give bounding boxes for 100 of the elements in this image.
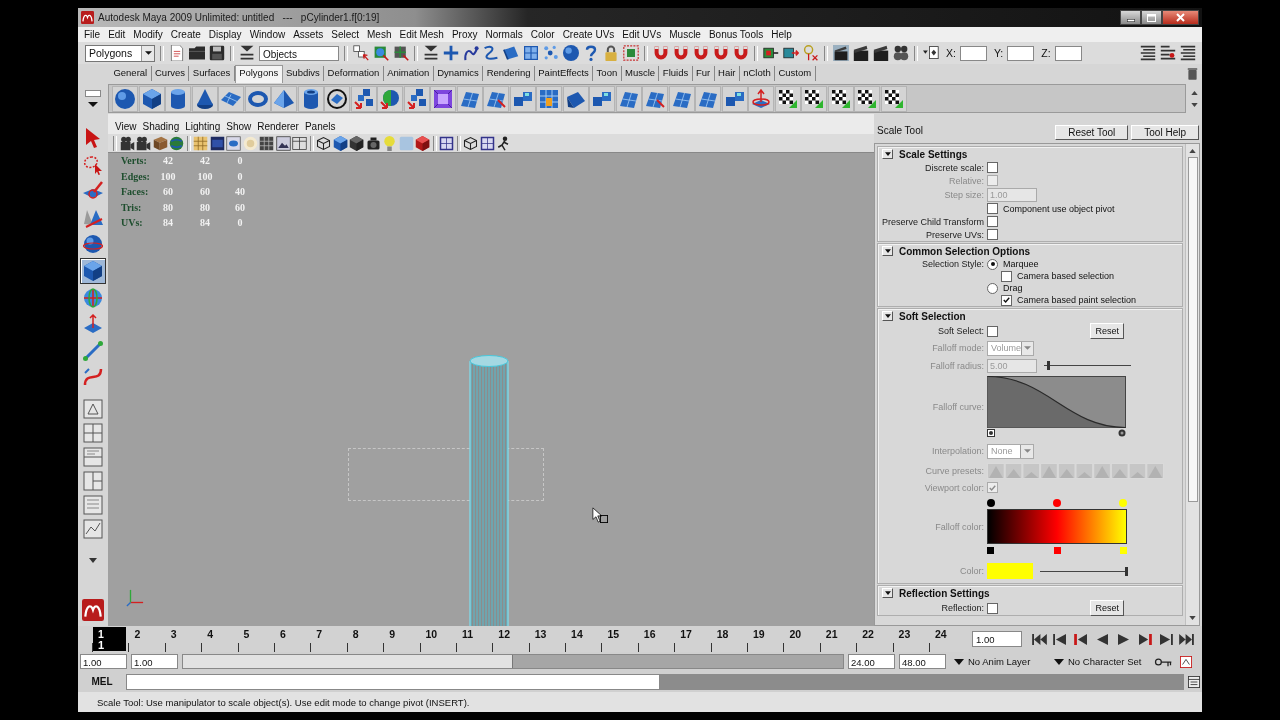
collapse-icon[interactable] [423,45,439,61]
step-back-key-icon[interactable] [1053,633,1068,645]
curve-point-icon[interactable] [987,428,995,437]
folder-icon[interactable] [189,45,205,61]
cube-icon[interactable] [80,257,106,284]
screen-icon[interactable] [209,135,225,151]
list-icon[interactable] [1160,45,1176,61]
menu-item[interactable]: Select [327,29,363,40]
shelf-tab[interactable]: Rendering [483,66,535,81]
frame-icon[interactable] [479,135,495,151]
collapse-icon[interactable] [239,45,255,61]
sphere-icon[interactable] [563,45,579,61]
command-input-field[interactable] [126,673,660,690]
hierarchy-icon[interactable] [353,45,369,61]
menu-item[interactable]: View [112,120,140,132]
shelf-tab[interactable]: Surfaces [189,66,235,81]
wireframe-cube-icon[interactable] [316,135,331,151]
preferences-icon[interactable] [1180,655,1192,668]
caret-icon[interactable] [89,557,97,563]
highlight-icon[interactable] [623,45,639,61]
shelf-tab[interactable]: Hair [714,66,740,81]
shelf-tab[interactable]: Animation [383,66,434,81]
frame-icon[interactable] [439,135,454,151]
checkbox[interactable] [987,203,998,214]
blocks-icon[interactable] [721,85,748,112]
scroll-down-icon[interactable] [1189,616,1196,620]
checker-icon[interactable] [854,85,880,112]
current-time-field[interactable]: 1.00 [972,631,1022,647]
shelf-tab[interactable]: Muscle [621,66,660,81]
menu-item[interactable]: Edit UVs [618,29,666,40]
trash-icon[interactable] [1187,67,1198,80]
scroll-up-icon[interactable] [1189,149,1196,153]
particles-icon[interactable] [543,45,559,61]
close-button[interactable] [1162,10,1199,25]
cube-icon[interactable] [138,85,165,112]
checker-icon[interactable] [774,85,801,112]
pyramid-icon[interactable] [271,85,297,112]
shelf-tab[interactable]: nCloth [739,66,776,81]
shelf-tab[interactable]: Custom [775,66,816,81]
viewport[interactable]: Verts: 42 42 0 Edges: 100 100 0 Faces: 60 60 40 Tris: 80 80 60 UVs: 84 84 0 [108,152,874,626]
checkbox[interactable] [987,325,998,337]
checkbox[interactable] [1001,270,1012,282]
menu-item[interactable]: Panels [301,120,339,132]
pin-cross-icon[interactable] [803,45,819,61]
menu-item[interactable]: Proxy [447,29,482,40]
camera-icon[interactable] [119,135,135,151]
book-icon[interactable] [152,135,168,151]
plane-icon[interactable] [218,85,244,112]
grid-frame-icon[interactable] [259,135,274,151]
collapse-button[interactable] [882,588,893,598]
scrollbar[interactable] [1185,144,1199,625]
curve-point-icon[interactable] [1118,428,1126,437]
step-forward-key-icon[interactable] [1158,633,1173,645]
magnet-icon[interactable] [713,45,729,61]
menu-item[interactable]: Mesh [363,29,396,40]
menu-item[interactable]: Muscle [665,29,705,40]
magnet-icon[interactable] [733,45,749,61]
surface-icon[interactable] [503,45,519,61]
go-to-end-icon[interactable] [1179,633,1194,645]
pipe-icon[interactable] [297,85,324,112]
scroll-down-icon[interactable] [1190,102,1198,107]
checkbox[interactable] [987,216,998,227]
grid-select-icon[interactable] [393,45,409,61]
glow-cube-icon[interactable] [430,85,456,112]
menu-item[interactable]: File [80,29,105,40]
selection-mode-field[interactable]: Objects [259,45,339,61]
list-icon[interactable] [1180,45,1196,61]
radio-button[interactable] [987,282,998,294]
menu-item[interactable]: Help [767,29,796,40]
collapse-button[interactable] [882,311,893,321]
wireframe-cube-icon[interactable] [463,135,478,151]
globe-icon[interactable] [169,135,184,151]
manipulator-icon[interactable] [748,85,774,112]
key-icon[interactable] [1154,656,1172,667]
menu-item[interactable]: Assets [289,29,328,40]
clapper-icon[interactable] [853,45,869,61]
blocks-icon[interactable] [509,85,536,112]
character-set-dropdown[interactable]: No Character Set [1054,656,1146,667]
checker-icon[interactable] [801,85,827,112]
shelf-toggle-button[interactable] [85,90,101,97]
maximize-button[interactable] [1141,10,1162,25]
menu-item[interactable]: Display [204,29,246,40]
curve-icon[interactable] [463,45,479,61]
scroll-up-icon[interactable] [1190,90,1198,95]
menu-item[interactable]: Create [166,29,205,40]
split-layout-icon[interactable] [83,470,103,491]
ramp-handle-icon[interactable] [1053,546,1061,554]
shelf-tab[interactable]: Curves [151,66,190,81]
split-view-icon[interactable] [292,135,307,151]
shelf-tab[interactable]: Polygons [234,65,283,83]
checker-icon[interactable] [827,85,854,112]
magnet-icon[interactable] [693,45,709,61]
menu-item[interactable]: Color [526,29,559,40]
go-to-start-icon[interactable] [1032,633,1047,645]
shelf-tab[interactable]: PaintEffects [534,66,594,81]
magnet-icon[interactable] [673,45,689,61]
play-icon[interactable] [1116,633,1131,645]
command-language-label[interactable]: MEL [78,676,126,687]
patch-icon[interactable] [695,85,721,112]
collapse-button[interactable] [882,246,893,256]
